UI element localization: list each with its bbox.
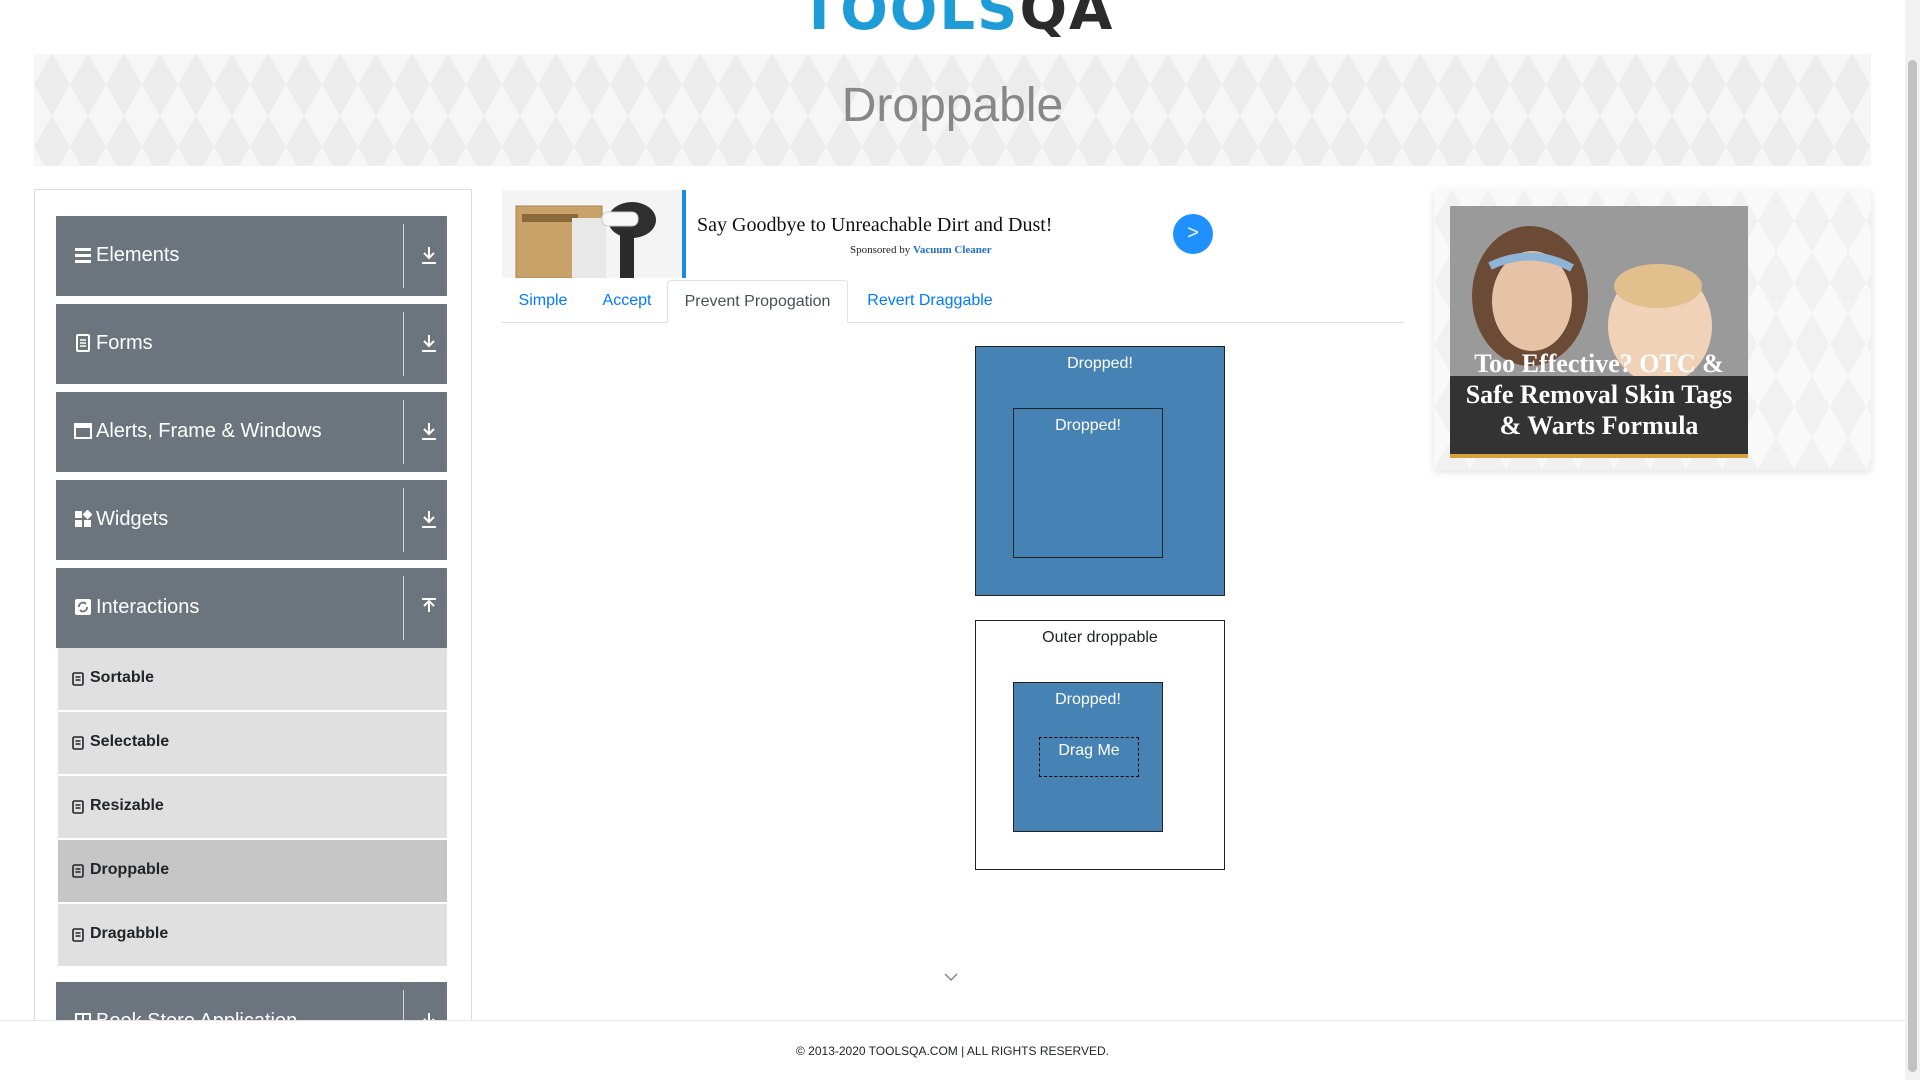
ad-accent-bar [682,190,686,278]
download-icon [422,335,436,352]
ad-headline: Say Goodbye to Unreachable Dirt and Dust… [697,214,1053,236]
sidebar-group-label: Widgets [96,508,169,530]
ad-sponsored-line: Sponsored by Vacuum Cleaner [850,244,992,256]
sidebar-item-dragabble[interactable]: Dragabble [58,904,447,968]
sidebar-group-interactions[interactable]: Interactions [56,568,447,648]
document-icon [76,334,90,352]
refresh-icon [75,599,91,615]
ad-next-button[interactable]: > [1173,214,1213,254]
sidebar-item-label: Selectable [90,733,170,750]
logo-text-tools: TOOLS [800,0,1020,43]
ad-accent-stripe [1450,454,1748,458]
list-item-icon [72,736,84,750]
menu-icon [75,248,91,263]
download-icon [422,247,436,264]
window-icon [74,423,92,439]
sponsored-ad-banner[interactable]: Say Goodbye to Unreachable Dirt and Dust… [502,190,1248,278]
divider [403,488,404,552]
list-item-icon [72,928,84,942]
droppable-label: Outer droppable [1042,629,1158,646]
droppable-tabs: Simple Accept Prevent Propogation Revert… [502,280,1404,323]
ad-sponsor-link[interactable]: Vacuum Cleaner [913,244,992,256]
ad-text: Too Effective? OTC & Safe Removal Skin T… [1465,349,1733,440]
divider [403,224,404,288]
tab-revert-draggable[interactable]: Revert Draggable [848,280,1012,322]
list-item-icon [72,800,84,814]
sidebar-group-elements[interactable]: Elements [56,216,447,296]
greedy-inner-droppable[interactable]: Dropped! [1013,408,1163,558]
ad-photo: Too Effective? OTC & Safe Removal Skin T… [1450,206,1748,458]
page-scrollbar[interactable] [1905,0,1920,1080]
list-item-icon [72,672,84,686]
sidebar-group-label: Interactions [96,596,200,618]
sidebar-item-resizable[interactable]: Resizable [58,776,447,840]
widgets-icon [75,510,92,527]
ad-product-image [502,190,686,278]
list-item-icon [72,864,84,878]
sidebar-group-alerts-frame-windows[interactable]: Alerts, Frame & Windows [56,392,447,472]
tab-prevent-propogation[interactable]: Prevent Propogation [667,280,848,323]
footer: © 2013-2020 TOOLSQA.COM | ALL RIGHTS RES… [0,1020,1905,1081]
download-icon [422,511,436,528]
sidebar: Elements Forms Alerts, Frame & Windows W… [34,189,472,1070]
download-icon [422,423,436,440]
sidebar-item-sortable[interactable]: Sortable [58,648,447,712]
sidebar-item-label: Dragabble [90,925,169,942]
sidebar-item-label: Resizable [90,797,164,814]
ad-sponsored-prefix: Sponsored by [850,244,911,256]
tab-simple[interactable]: Simple [502,280,584,322]
copyright-text: © 2013-2020 TOOLSQA.COM | ALL RIGHTS RES… [796,1044,1109,1058]
droppable-label: Dropped! [1055,417,1121,434]
page-title: Droppable [841,79,1064,132]
sidebar-group-label: Alerts, Frame & Windows [96,420,322,442]
sidebar-item-label: Sortable [90,669,155,686]
sidebar-group-forms[interactable]: Forms [56,304,447,384]
divider [403,400,404,464]
side-ad[interactable]: Too Effective? OTC & Safe Removal Skin T… [1434,190,1871,470]
upload-icon [422,598,436,612]
divider [403,312,404,376]
sidebar-item-selectable[interactable]: Selectable [58,712,447,776]
sidebar-item-droppable[interactable]: Droppable [58,840,447,904]
tab-accept[interactable]: Accept [584,280,670,322]
drag-me-box[interactable]: Drag Me [1039,737,1139,777]
divider [403,576,404,640]
sidebar-item-label: Droppable [90,861,170,878]
sidebar-group-widgets[interactable]: Widgets [56,480,447,560]
scrollbar-thumb[interactable] [1908,60,1917,1072]
sidebar-group-label: Elements [96,244,180,266]
droppable-label: Dropped! [1067,355,1133,372]
droppable-label: Dropped! [1055,691,1121,708]
logo-text-qa: QA [1019,0,1115,43]
page-banner: Droppable [34,54,1871,166]
chevron-down-icon[interactable] [944,970,958,984]
toolsqa-logo[interactable]: TOOLSQA [800,0,1114,40]
sidebar-group-label: Forms [96,332,153,354]
